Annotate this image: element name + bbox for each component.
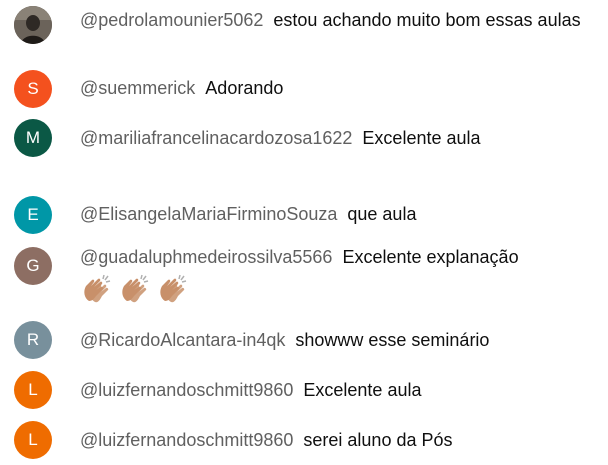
message-author[interactable]: @luizfernandoschmitt9860: [80, 430, 293, 450]
message-text: showww esse seminário: [295, 330, 490, 350]
message-author[interactable]: @ElisangelaMariaFirminoSouza: [80, 204, 337, 224]
avatar[interactable]: L: [14, 421, 52, 459]
avatar[interactable]: G: [14, 247, 52, 285]
clapping-hands-icon: [84, 274, 111, 303]
avatar-letter: M: [25, 128, 41, 147]
avatar-letter: L: [28, 380, 38, 399]
avatar[interactable]: E: [14, 196, 52, 234]
avatar[interactable]: S: [14, 70, 52, 108]
message-text: Excelente aula: [362, 128, 481, 148]
avatar-letter: E: [27, 205, 39, 224]
message-author[interactable]: @mariliafrancelinacardozosa1622: [80, 128, 352, 148]
message-author[interactable]: @guadaluphmedeirossilva5566: [80, 247, 332, 267]
message-author[interactable]: @RicardoAlcantara-in4qk: [80, 330, 285, 350]
message-author[interactable]: @pedrolamounier5062: [80, 10, 263, 30]
avatar-letter: G: [26, 256, 40, 275]
emoji-row: [80, 271, 598, 305]
avatar[interactable]: [14, 6, 52, 44]
avatar[interactable]: M: [14, 119, 52, 157]
avatar-letter: R: [26, 330, 40, 349]
message-author[interactable]: @luizfernandoschmitt9860: [80, 380, 293, 400]
message-text: serei aluno da Pós: [303, 430, 453, 450]
message-text: estou achando muito bom essas aulas: [273, 10, 581, 30]
avatar[interactable]: R: [14, 321, 52, 359]
clapping-hands-icon: [160, 274, 187, 303]
clapping-hands-icon: [122, 274, 149, 303]
message-text: que aula: [347, 204, 417, 224]
message-text: Adorando: [205, 78, 284, 98]
live-chat-list: @pedrolamounier5062 estou achando muito b…: [0, 0, 608, 465]
message-author[interactable]: @suemmerick: [80, 78, 195, 98]
user-photo-icon: [14, 6, 52, 44]
avatar-letter: L: [28, 430, 38, 449]
message-text: Excelente explanação: [342, 247, 519, 267]
avatar[interactable]: L: [14, 371, 52, 409]
avatar-letter: S: [27, 79, 39, 98]
message-text: Excelente aula: [303, 380, 422, 400]
